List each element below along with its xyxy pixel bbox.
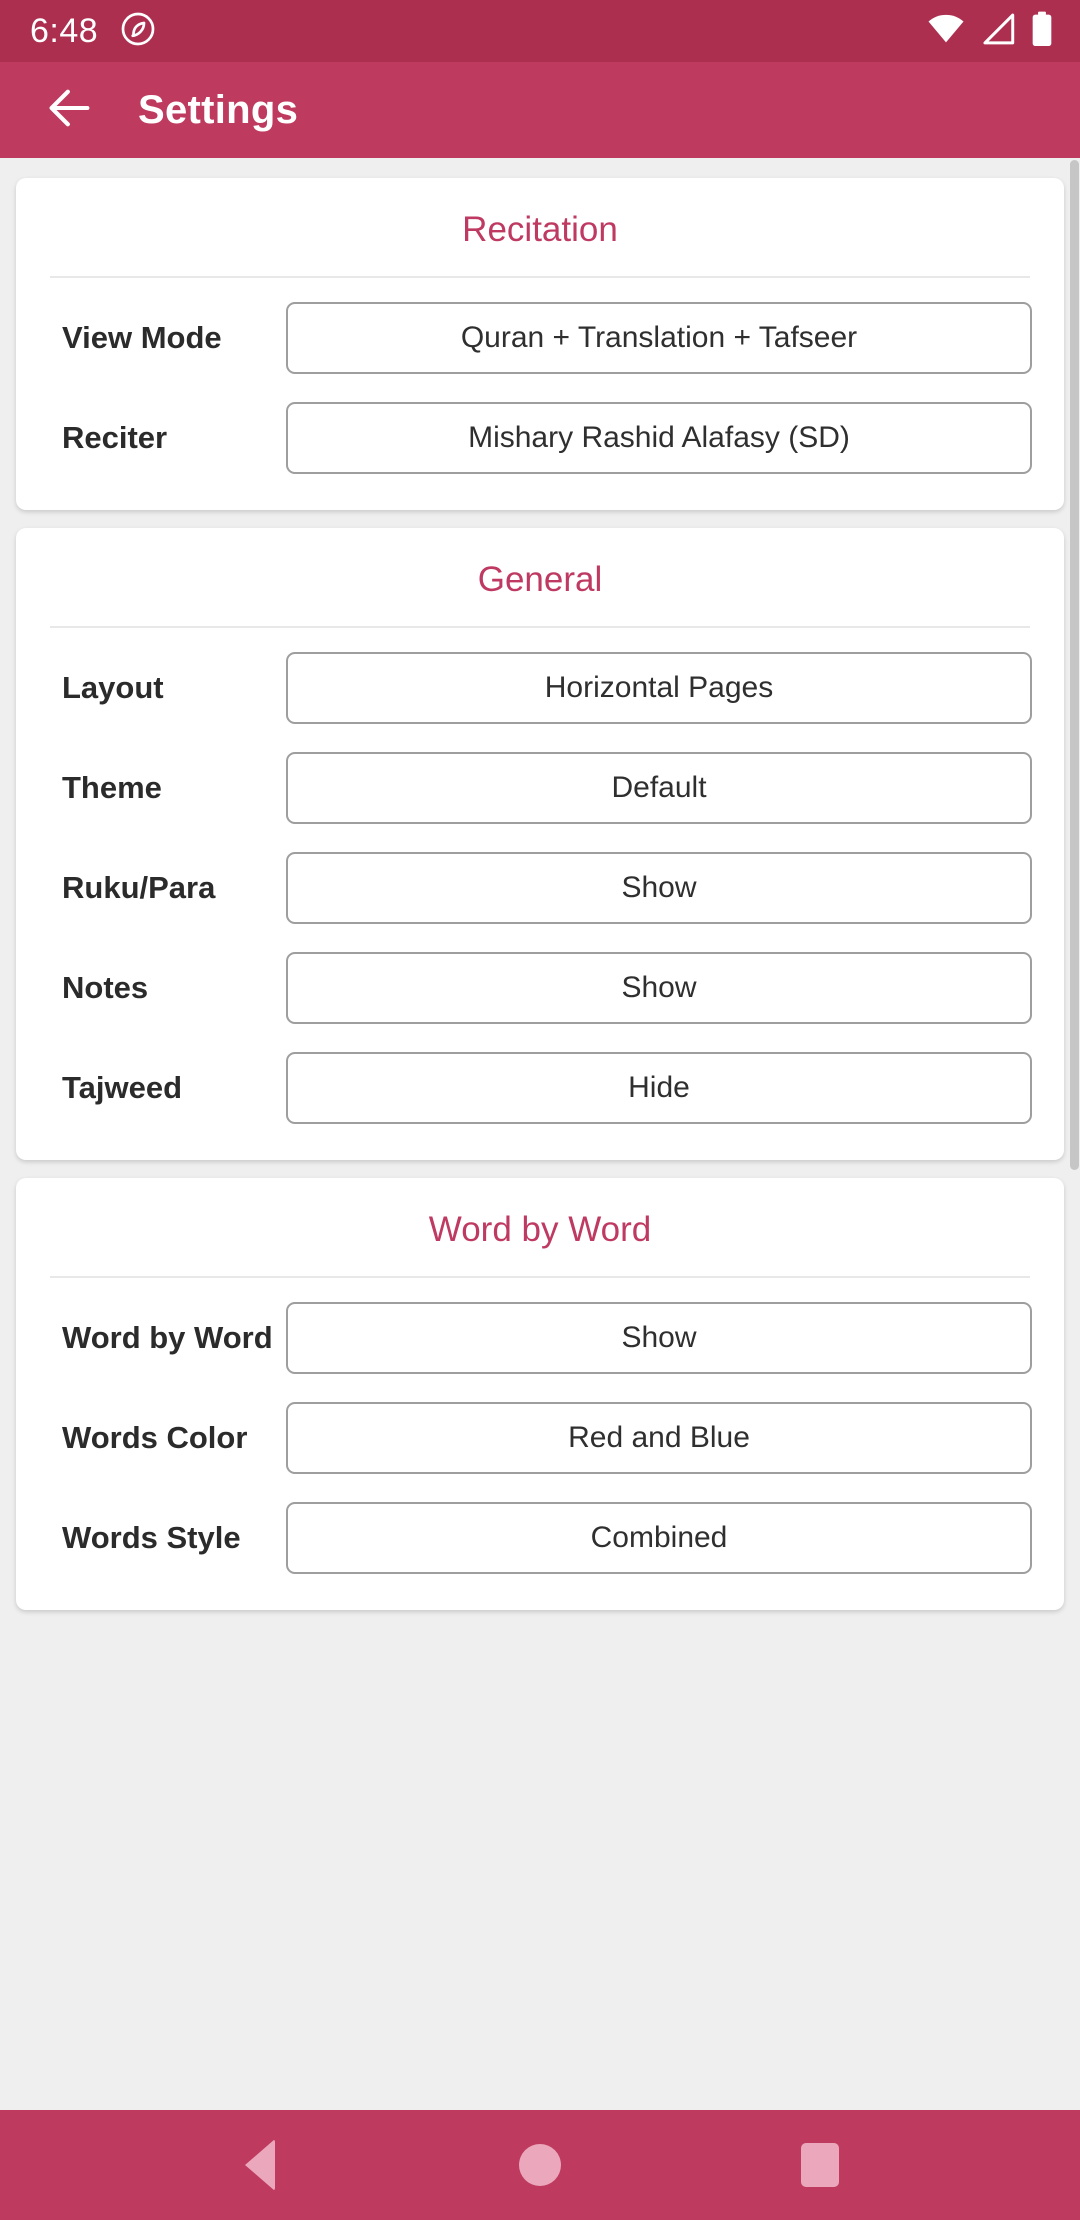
setting-value-reciter[interactable]: Mishary Rashid Alafasy (SD) <box>286 402 1032 474</box>
app-bar: Settings <box>0 62 1080 158</box>
phone-screen: 6:48 Settings Recitation View Mode Quran… <box>0 0 1080 2220</box>
status-bar-left: 6:48 <box>30 11 156 52</box>
setting-label-view-mode: View Mode <box>62 320 222 355</box>
system-navigation-bar <box>0 2110 1080 2220</box>
setting-row-layout: Layout Horizontal Pages <box>16 638 1064 738</box>
setting-label-words-style: Words Style <box>62 1520 241 1555</box>
card-title-recitation: Recitation <box>462 210 618 249</box>
setting-value-layout[interactable]: Horizontal Pages <box>286 652 1032 724</box>
setting-label-reciter: Reciter <box>62 420 168 455</box>
setting-value-notes[interactable]: Show <box>286 952 1032 1024</box>
settings-card-word-by-word: Word by Word Word by Word Show Words Col… <box>16 1178 1064 1610</box>
battery-full-icon <box>1030 11 1054 52</box>
card-divider <box>50 626 1030 628</box>
settings-card-list: Recitation View Mode Quran + Translation… <box>0 170 1080 1610</box>
square-recents-icon <box>801 2143 839 2187</box>
setting-row-ruku-para: Ruku/Para Show <box>16 838 1064 938</box>
setting-row-tajweed: Tajweed Hide <box>16 1038 1064 1138</box>
notification-badge-icon <box>120 11 156 52</box>
setting-row-notes: Notes Show <box>16 938 1064 1038</box>
setting-row-theme: Theme Default <box>16 738 1064 838</box>
scrollbar-track[interactable] <box>1070 158 1080 2110</box>
setting-value-word-by-word[interactable]: Show <box>286 1302 1032 1374</box>
setting-label-ruku-para: Ruku/Para <box>62 870 216 905</box>
wifi-icon <box>926 12 966 51</box>
setting-label-notes: Notes <box>62 970 149 1005</box>
card-title-general: General <box>477 560 603 599</box>
setting-row-word-by-word: Word by Word Show <box>16 1288 1064 1388</box>
nav-recents-button[interactable] <box>760 2110 880 2220</box>
back-button[interactable] <box>34 74 106 146</box>
page-title: Settings <box>138 87 299 132</box>
settings-card-general: General Layout Horizontal Pages Theme De… <box>16 528 1064 1160</box>
status-bar-right <box>926 11 1054 52</box>
circle-home-icon <box>519 2144 561 2186</box>
triangle-back-icon <box>245 2139 275 2191</box>
card-divider <box>50 1276 1030 1278</box>
setting-value-theme[interactable]: Default <box>286 752 1032 824</box>
arrow-left-icon <box>44 82 96 139</box>
scrollbar-thumb[interactable] <box>1070 160 1079 1170</box>
status-bar: 6:48 <box>0 0 1080 62</box>
setting-value-ruku-para[interactable]: Show <box>286 852 1032 924</box>
settings-scroll-area[interactable]: Recitation View Mode Quran + Translation… <box>0 158 1080 2110</box>
setting-value-words-color[interactable]: Red and Blue <box>286 1402 1032 1474</box>
setting-label-words-color: Words Color <box>62 1420 248 1455</box>
setting-label-theme: Theme <box>62 770 162 805</box>
setting-row-reciter: Reciter Mishary Rashid Alafasy (SD) <box>16 388 1064 488</box>
setting-row-words-color: Words Color Red and Blue <box>16 1388 1064 1488</box>
nav-home-button[interactable] <box>480 2110 600 2220</box>
setting-row-view-mode: View Mode Quran + Translation + Tafseer <box>16 288 1064 388</box>
status-clock: 6:48 <box>30 11 99 50</box>
card-title-word-by-word: Word by Word <box>428 1210 652 1249</box>
cell-signal-icon <box>980 12 1016 51</box>
setting-label-word-by-word: Word by Word <box>62 1320 273 1355</box>
card-divider <box>50 276 1030 278</box>
setting-value-view-mode[interactable]: Quran + Translation + Tafseer <box>286 302 1032 374</box>
nav-back-button[interactable] <box>200 2110 320 2220</box>
settings-card-recitation: Recitation View Mode Quran + Translation… <box>16 178 1064 510</box>
setting-label-layout: Layout <box>62 670 164 705</box>
setting-value-tajweed[interactable]: Hide <box>286 1052 1032 1124</box>
setting-label-tajweed: Tajweed <box>62 1070 183 1105</box>
setting-row-words-style: Words Style Combined <box>16 1488 1064 1588</box>
setting-value-words-style[interactable]: Combined <box>286 1502 1032 1574</box>
